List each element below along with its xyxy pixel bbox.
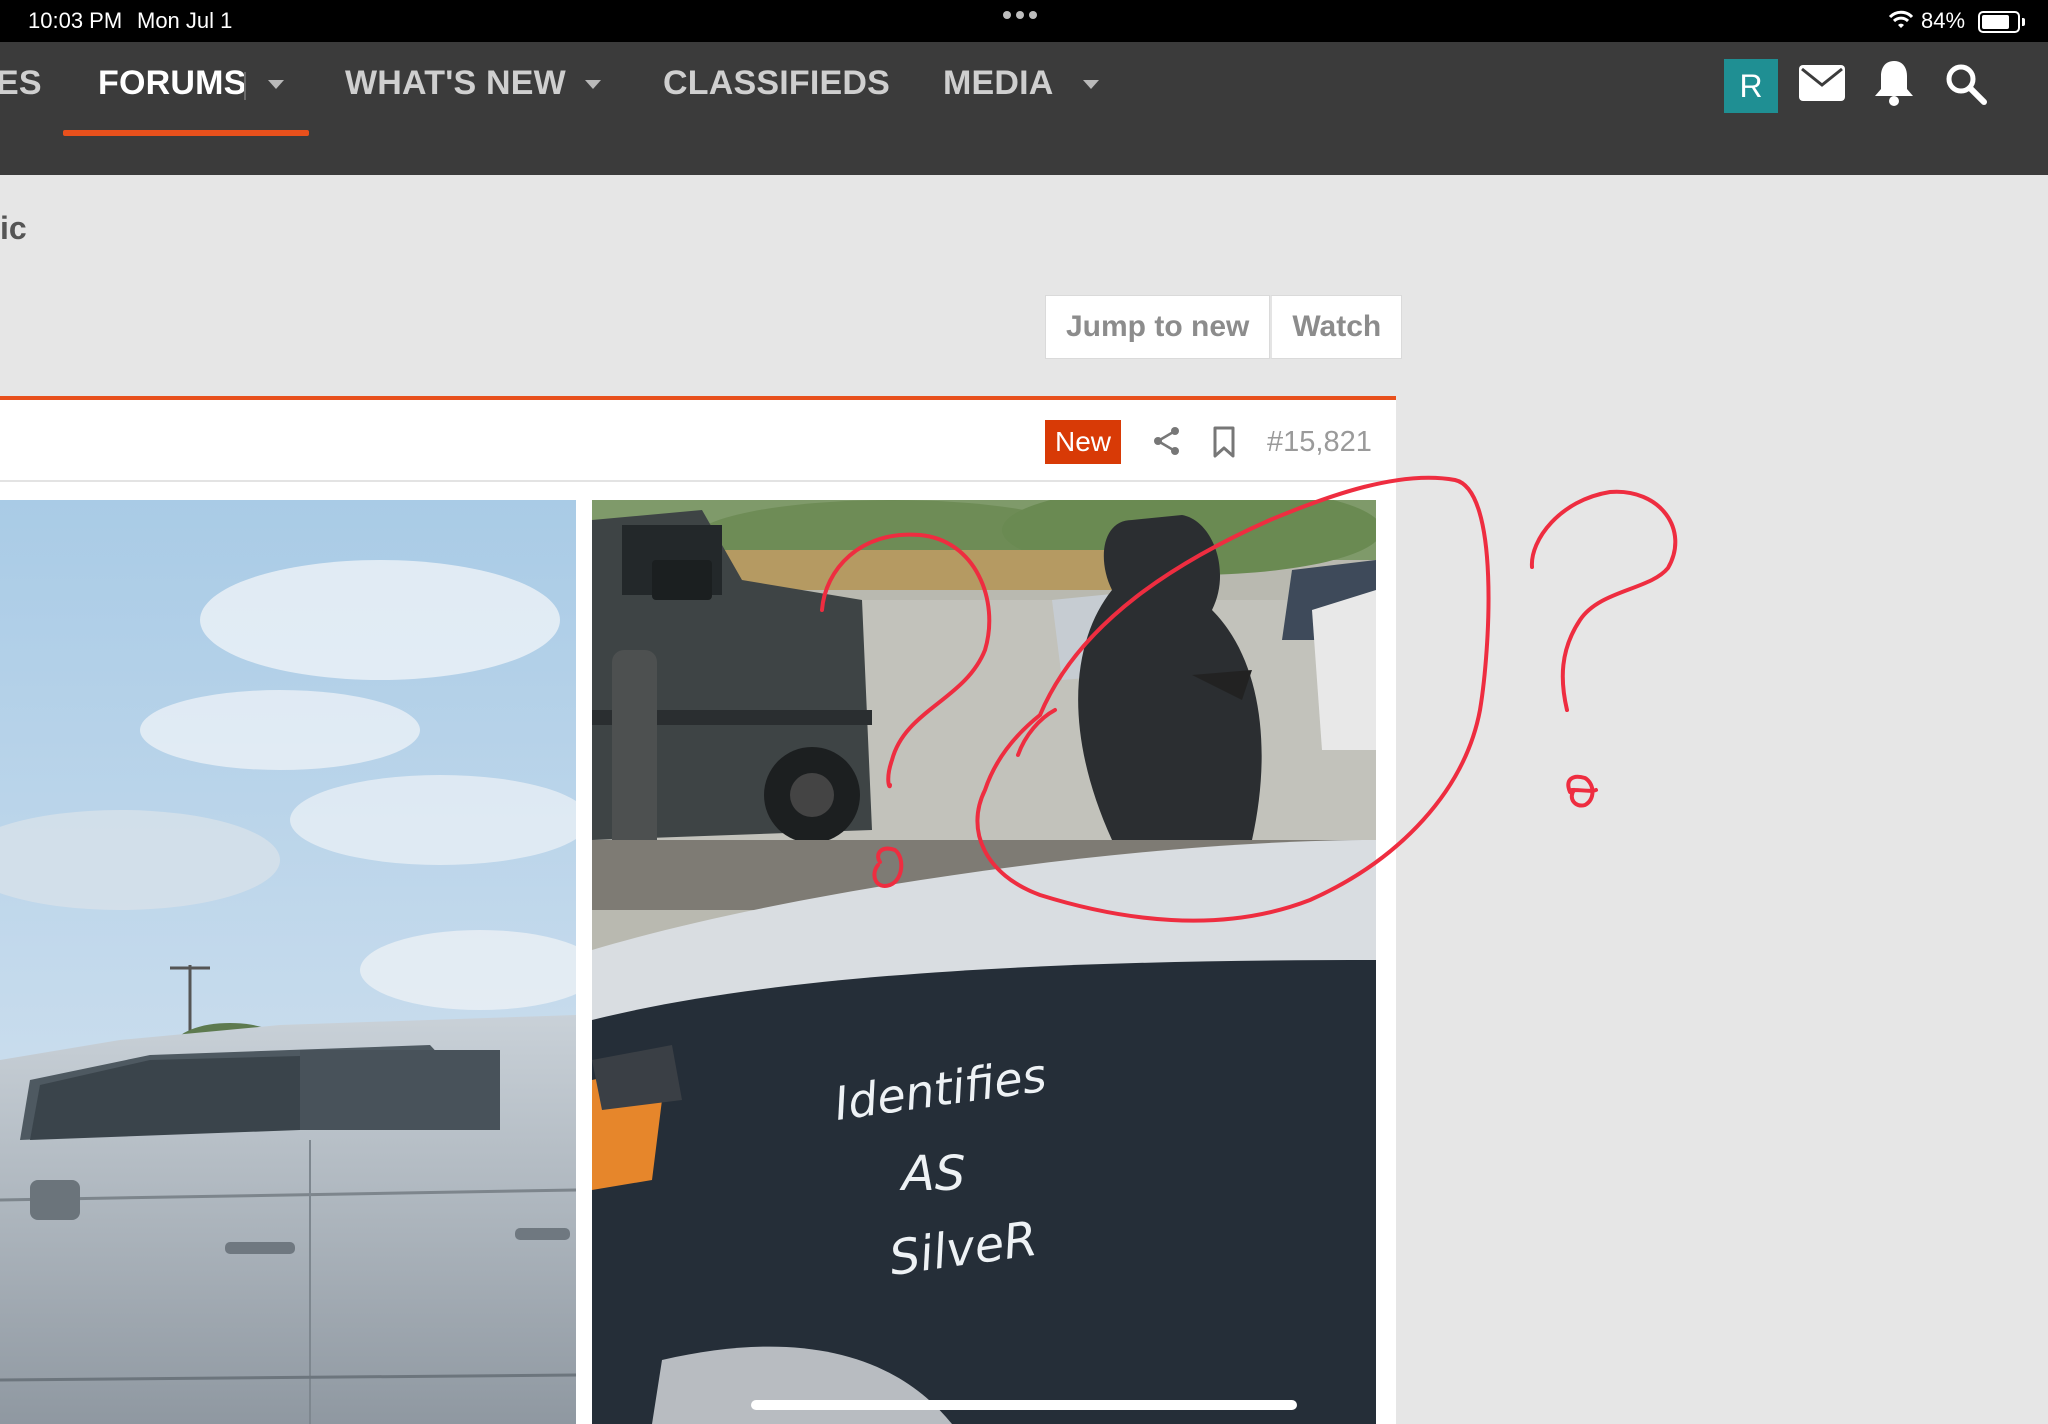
home-indicator[interactable]: [751, 1400, 1297, 1410]
bookmark-icon[interactable]: [1212, 426, 1236, 458]
new-badge: New: [1045, 420, 1122, 464]
status-date: Mon Jul 1: [137, 8, 233, 33]
battery-icon: [1978, 11, 2025, 33]
nav-item-media[interactable]: MEDIA: [943, 64, 1054, 103]
watch-button[interactable]: Watch: [1270, 295, 1403, 359]
nav-item-whats-new[interactable]: WHAT'S NEW: [345, 64, 566, 103]
whats-new-dropdown-caret-icon[interactable]: [585, 80, 601, 89]
nav-separator: [244, 72, 246, 100]
post-number-link[interactable]: #15,821: [1267, 426, 1372, 459]
thread-title-fragment: ic: [0, 210, 27, 246]
search-icon[interactable]: [1944, 62, 1988, 106]
nav-item-classifieds[interactable]: CLASSIFIEDS: [663, 64, 890, 103]
multitasking-dots-icon[interactable]: [1003, 11, 1037, 19]
share-icon[interactable]: [1153, 426, 1181, 456]
thread-actions: Jump to new Watch: [1045, 295, 1403, 359]
wifi-icon: [1888, 10, 1914, 28]
battery-percent: 84%: [1921, 8, 1966, 33]
post-image-right[interactable]: Identifies AS SilveR: [592, 500, 1376, 1424]
post-header: New #15,821: [0, 400, 1396, 482]
status-time: 10:03 PM: [28, 8, 123, 33]
status-bar: 10:03 PM Mon Jul 1 84%: [0, 0, 2048, 42]
top-navigation: ES FORUMS WHAT'S NEW CLASSIFIEDS MEDIA R: [0, 42, 2048, 175]
nav-item-forums[interactable]: FORUMS: [98, 64, 247, 103]
bell-icon[interactable]: [1872, 58, 1916, 108]
jump-to-new-button[interactable]: Jump to new: [1045, 295, 1271, 359]
forums-dropdown-caret-icon[interactable]: [268, 80, 284, 89]
post-image-left[interactable]: [0, 500, 576, 1424]
svg-text:AS: AS: [899, 1146, 965, 1202]
user-avatar[interactable]: R: [1724, 59, 1778, 113]
nav-item-partial[interactable]: ES: [0, 64, 42, 103]
active-tab-underline: [63, 130, 309, 136]
mail-icon[interactable]: [1798, 64, 1846, 102]
media-dropdown-caret-icon[interactable]: [1083, 80, 1099, 89]
